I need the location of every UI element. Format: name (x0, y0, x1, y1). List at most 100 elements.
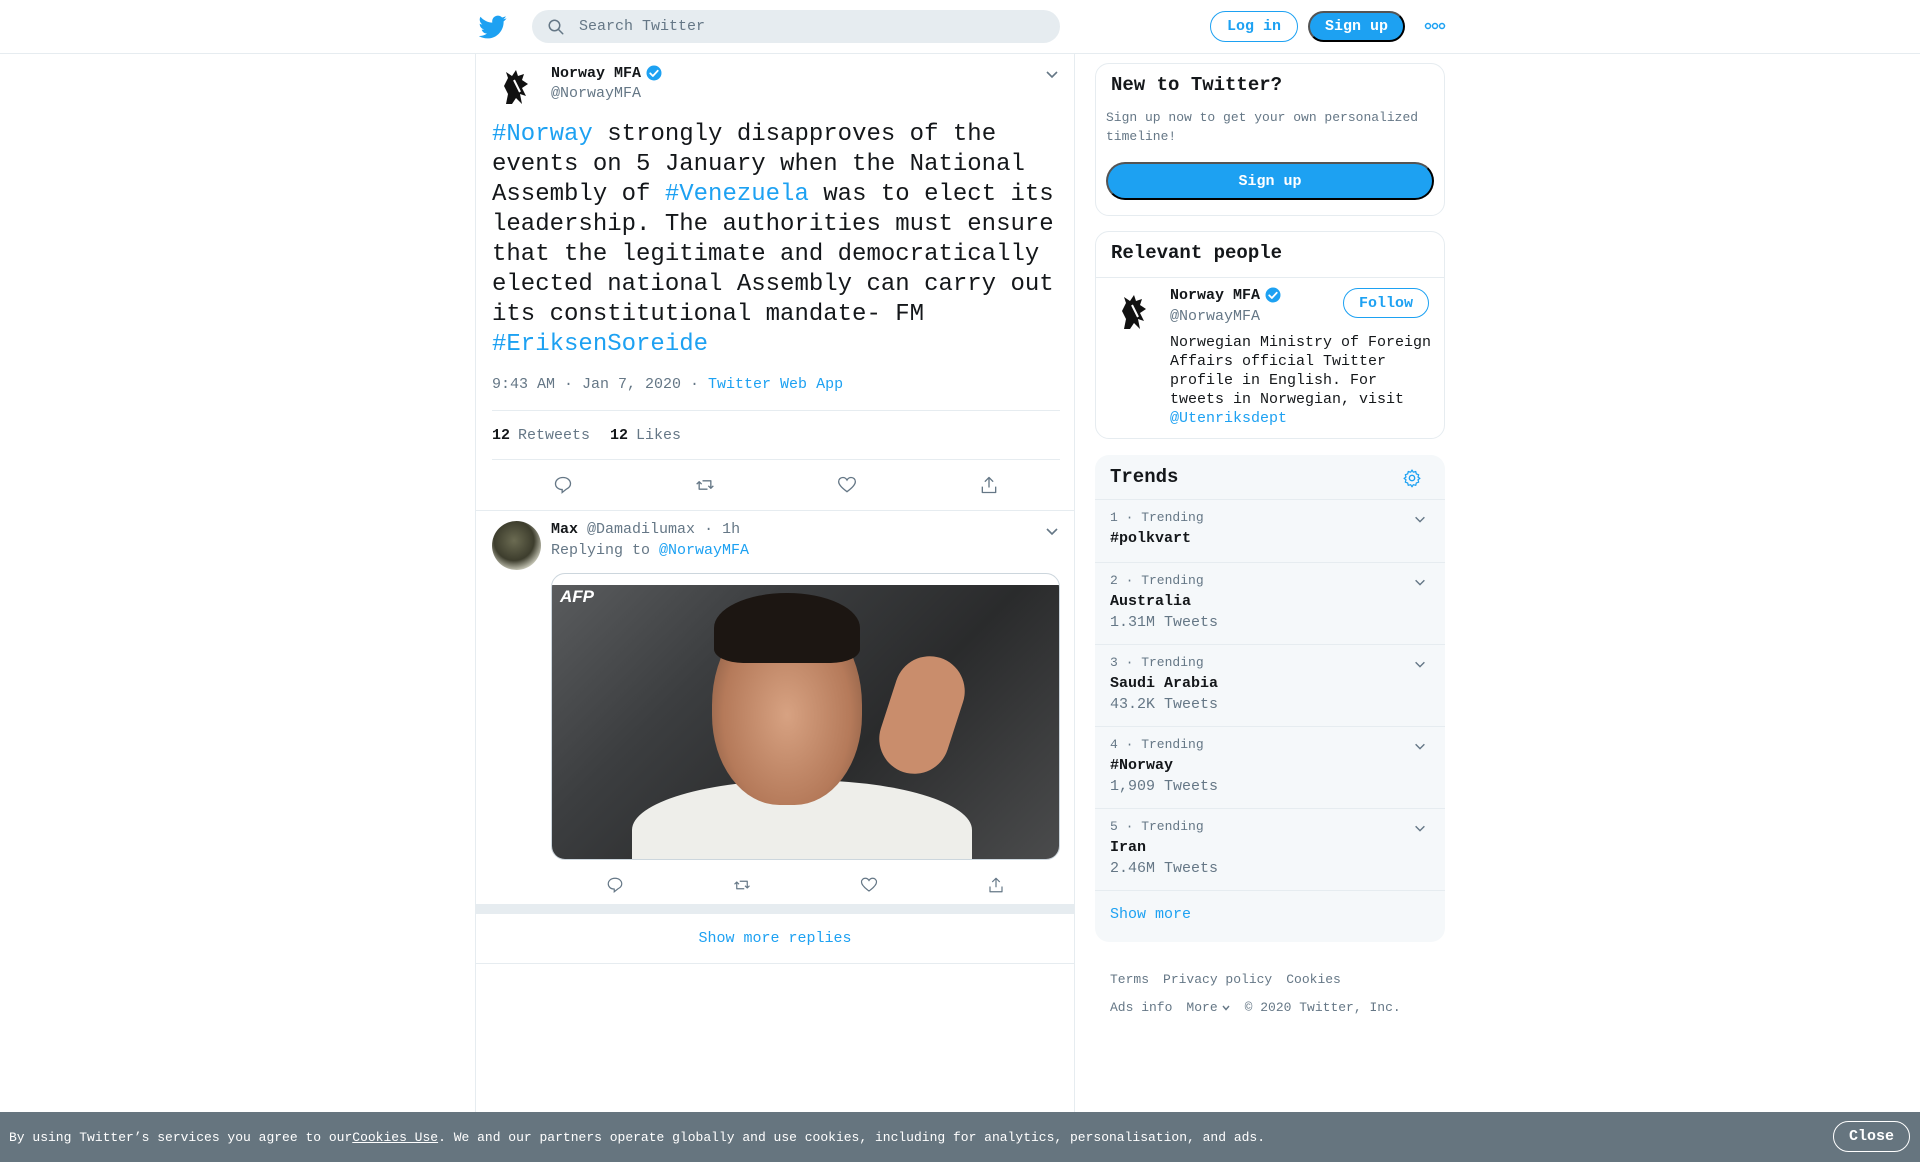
tweet-stats: 12 Retweets 12 Likes (492, 410, 1060, 460)
reply-media[interactable]: AFP (551, 573, 1060, 860)
trend-tweet-count: 1,909 Tweets (1110, 778, 1219, 795)
reply-handle[interactable]: @Damadilumax (587, 521, 695, 538)
card-title: Trends (1110, 466, 1179, 488)
hashtag-link[interactable]: #EriksenSoreide (492, 331, 708, 358)
chevron-down-icon[interactable] (1413, 512, 1427, 526)
norway-lion-icon (1110, 289, 1158, 337)
avatar[interactable] (1110, 289, 1158, 337)
person-name[interactable]: Norway MFA (1170, 286, 1282, 304)
more-label[interactable]: More (1186, 1000, 1217, 1015)
chevron-down-icon[interactable] (1413, 657, 1427, 671)
trend-name[interactable]: #polkvart (1110, 530, 1191, 547)
share-icon (981, 476, 997, 494)
tweet-timestamp[interactable]: 9:43 AM · Jan 7, 2020 (492, 376, 681, 393)
privacy-link[interactable]: Privacy policy (1163, 972, 1272, 987)
trend-item[interactable]: 4 · Trending #Norway 1,909 Tweets (1095, 727, 1445, 809)
tweet-author-name[interactable]: Norway MFA (551, 64, 663, 82)
person-bio: Norwegian Ministry of Foreign Affairs of… (1170, 333, 1434, 428)
retweet-icon (733, 880, 750, 890)
new-to-twitter-card: New to Twitter? Sign up now to get your … (1095, 63, 1445, 216)
hashtag-link[interactable]: #Venezuela (665, 181, 809, 208)
search-icon (548, 19, 564, 34)
person-handle[interactable]: @NorwayMFA (1170, 308, 1260, 325)
footer: Terms Privacy policy Cookies Ads info Mo… (1110, 972, 1440, 1028)
trend-name[interactable]: Iran (1110, 839, 1146, 856)
avatar[interactable] (492, 64, 540, 112)
cookie-banner: By using Twitter’s services you agree to… (0, 1112, 1920, 1162)
chevron-down-icon[interactable] (1413, 575, 1427, 589)
share-icon (989, 877, 1003, 893)
trend-item[interactable]: 1 · Trending #polkvart (1095, 500, 1445, 563)
copyright: © 2020 Twitter, Inc. (1244, 1000, 1401, 1015)
reply-tweet[interactable]: Max @Damadilumax · 1h Replying to @Norwa… (492, 511, 1060, 901)
display-name[interactable]: Norway MFA (1170, 287, 1260, 304)
trend-rank: 5 · Trending (1110, 819, 1204, 834)
close-button[interactable]: Close (1833, 1121, 1910, 1152)
retweet-button[interactable] (634, 475, 776, 495)
trend-name[interactable]: #Norway (1110, 757, 1173, 774)
trend-rank: 1 · Trending (1110, 510, 1204, 525)
more-options-icon[interactable] (1424, 21, 1446, 31)
reply-age[interactable]: · 1h (704, 521, 740, 538)
verified-badge-icon (1265, 287, 1281, 303)
top-bar: Log in Sign up (0, 0, 1920, 54)
retweet-count[interactable]: 12 (492, 427, 510, 444)
replying-to: Replying to @NorwayMFA (551, 542, 749, 559)
like-button[interactable] (806, 876, 933, 894)
show-more-trends-link[interactable]: Show more (1110, 906, 1191, 923)
like-count[interactable]: 12 (610, 427, 628, 444)
share-button[interactable] (918, 475, 1060, 495)
trend-item[interactable]: 3 · Trending Saudi Arabia 43.2K Tweets (1095, 645, 1445, 727)
search-input[interactable] (579, 18, 1039, 35)
retweet-button[interactable] (678, 876, 805, 894)
hashtag-link[interactable]: #Norway (492, 121, 593, 148)
bio-link[interactable]: @Utenriksdept (1170, 410, 1287, 427)
cookies-link[interactable]: Cookies (1286, 972, 1341, 987)
trend-name[interactable]: Australia (1110, 593, 1191, 610)
afp-watermark: AFP (560, 587, 594, 606)
avatar[interactable] (492, 521, 541, 570)
tweet-source-link[interactable]: Twitter Web App (708, 376, 843, 393)
cookies-use-link[interactable]: Cookies Use (352, 1130, 438, 1145)
chevron-down-icon[interactable] (1044, 66, 1060, 82)
bio-text: Norwegian Ministry of Foreign Affairs of… (1170, 334, 1432, 408)
chevron-down-icon[interactable] (1413, 821, 1427, 835)
retweets-label[interactable]: Retweets (518, 427, 590, 444)
gear-icon[interactable] (1402, 468, 1422, 488)
reply-button[interactable] (551, 876, 678, 894)
search-box[interactable] (532, 10, 1060, 43)
tweet-author-handle[interactable]: @NorwayMFA (551, 85, 641, 102)
trend-name[interactable]: Saudi Arabia (1110, 675, 1218, 692)
photo[interactable]: AFP (552, 585, 1059, 859)
heart-icon (861, 877, 878, 892)
like-button[interactable] (776, 475, 918, 495)
signup-button[interactable]: Sign up (1308, 11, 1405, 42)
trend-rank: 2 · Trending (1110, 573, 1204, 588)
terms-link[interactable]: Terms (1110, 972, 1149, 987)
trend-tweet-count: 1.31M Tweets (1110, 614, 1219, 631)
more-menu[interactable]: More (1186, 1000, 1230, 1015)
login-button[interactable]: Log in (1210, 11, 1298, 42)
trend-item[interactable]: 5 · Trending Iran 2.46M Tweets (1095, 809, 1445, 891)
replying-to-link[interactable]: @NorwayMFA (659, 542, 749, 559)
likes-label[interactable]: Likes (636, 427, 681, 444)
twitter-bird-icon[interactable] (479, 13, 507, 41)
chevron-down-icon[interactable] (1413, 739, 1427, 753)
reply-icon (554, 476, 572, 494)
tweet-text: #Norway strongly disapproves of the even… (492, 120, 1060, 360)
main-column: Norway MFA @NorwayMFA #Norway strongly d… (475, 54, 1075, 1112)
reply-button[interactable] (492, 475, 634, 495)
trend-item[interactable]: 2 · Trending Australia 1.31M Tweets (1095, 563, 1445, 645)
ads-info-link[interactable]: Ads info (1110, 1000, 1172, 1015)
share-button[interactable] (933, 876, 1060, 894)
display-name[interactable]: Norway MFA (551, 65, 641, 82)
chevron-down-icon[interactable] (1044, 523, 1060, 539)
chevron-down-icon (1222, 1005, 1230, 1011)
signup-button[interactable]: Sign up (1106, 162, 1434, 200)
trend-tweet-count: 2.46M Tweets (1110, 860, 1219, 877)
follow-button[interactable]: Follow (1343, 288, 1429, 318)
show-more-replies-link[interactable]: Show more replies (476, 914, 1074, 964)
retweet-icon (696, 480, 714, 490)
tweet-actions (492, 460, 1060, 510)
reply-display-name[interactable]: Max (551, 521, 578, 538)
